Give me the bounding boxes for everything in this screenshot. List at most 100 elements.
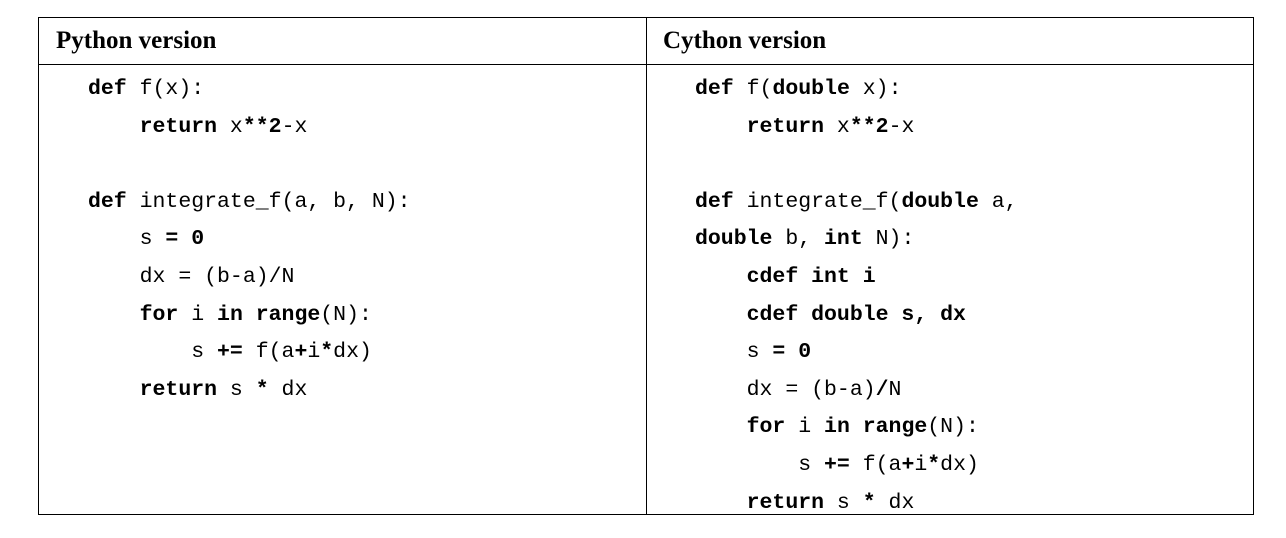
code-text: integrate_f( <box>733 189 902 214</box>
code-keyword: in range <box>824 415 928 440</box>
code-keyword: double <box>901 189 979 214</box>
code-text: -x <box>281 114 308 139</box>
code-keyword: * <box>862 490 876 515</box>
code-keyword: for <box>139 302 179 327</box>
code-line: s += f(a+i*dx) <box>88 334 411 372</box>
code-line: cdef int i <box>695 259 1018 297</box>
code-text: s <box>88 227 166 252</box>
code-text: f( <box>733 77 773 101</box>
code-line: return x**2-x <box>88 109 411 147</box>
code-text: f(x): <box>126 77 205 101</box>
code-text: (N): <box>320 302 372 327</box>
code-text: dx) <box>940 452 979 477</box>
code-text: N): <box>862 227 915 252</box>
python-code-block: def f(x): return x**2-x def integrate_f(… <box>88 71 411 409</box>
code-keyword: cdef int i <box>746 264 876 289</box>
cython-version-header: Cython version <box>663 27 827 54</box>
code-keyword: return <box>139 114 218 139</box>
code-keyword: += <box>217 340 243 365</box>
code-text: a, <box>978 189 1018 214</box>
code-keyword: + <box>901 452 915 477</box>
code-keyword: * <box>320 340 334 365</box>
code-text: dx <box>875 490 915 515</box>
code-keyword: for <box>746 415 786 440</box>
code-line: def f(double x): <box>695 71 1018 109</box>
code-keyword: def <box>695 77 734 101</box>
code-text: dx = (b-a)/N <box>88 264 295 289</box>
column-divider <box>646 18 647 514</box>
code-line: dx = (b-a)/N <box>695 372 1018 410</box>
code-keyword: return <box>746 114 825 139</box>
code-keyword: double <box>695 227 773 252</box>
code-text: dx) <box>333 340 372 365</box>
code-keyword: += <box>824 452 850 477</box>
code-text: s <box>88 340 218 365</box>
code-keyword: **2 <box>242 114 282 139</box>
code-keyword: double <box>772 77 850 101</box>
code-text: -x <box>888 114 915 139</box>
code-keyword: int <box>824 227 863 252</box>
code-line: s = 0 <box>695 334 1018 372</box>
code-text: s <box>695 340 773 365</box>
code-keyword: **2 <box>849 114 889 139</box>
comparison-table: Python version Cython version def f(x): … <box>38 17 1254 515</box>
cython-code-block: def f(double x): return x**2-x def integ… <box>695 71 1018 522</box>
code-text: i <box>178 302 218 327</box>
code-keyword: = 0 <box>165 227 205 252</box>
code-keyword: def <box>695 189 734 214</box>
code-line: return s * dx <box>695 485 1018 523</box>
code-line: double b, int N): <box>695 221 1018 259</box>
code-text: s <box>824 490 863 515</box>
code-line: def integrate_f(a, b, N): <box>88 184 411 222</box>
code-line: cdef double s, dx <box>695 297 1018 335</box>
code-line: s = 0 <box>88 221 411 259</box>
code-text: x): <box>849 77 902 101</box>
code-text: integrate_f(a, b, N): <box>126 189 411 214</box>
code-text: s <box>217 377 256 402</box>
code-line: dx = (b-a)/N <box>88 259 411 297</box>
code-text: dx = (b-a) <box>695 377 876 402</box>
code-line: def f(x): <box>88 71 411 109</box>
code-line: return x**2-x <box>695 109 1018 147</box>
code-line: def integrate_f(double a, <box>695 184 1018 222</box>
code-text: i <box>307 340 321 365</box>
code-text: N <box>888 377 902 402</box>
code-keyword: = 0 <box>772 340 812 365</box>
code-line: s += f(a+i*dx) <box>695 447 1018 485</box>
code-text: x <box>824 114 850 139</box>
python-version-header: Python version <box>56 27 217 54</box>
code-keyword: cdef double s, dx <box>746 302 966 327</box>
code-text: i <box>785 415 825 440</box>
code-keyword: * <box>927 452 941 477</box>
code-keyword: in range <box>217 302 321 327</box>
code-text: b, <box>772 227 825 252</box>
code-text: f(a <box>849 452 902 477</box>
code-line: return s * dx <box>88 372 411 410</box>
code-text: f(a <box>242 340 295 365</box>
code-keyword: def <box>88 77 127 101</box>
code-text: s <box>695 452 825 477</box>
code-line: for i in range(N): <box>88 297 411 335</box>
code-keyword: * <box>255 377 269 402</box>
code-keyword: return <box>139 377 218 402</box>
code-keyword: def <box>88 189 127 214</box>
code-text: dx <box>268 377 308 402</box>
code-keyword: / <box>875 377 889 402</box>
header-divider <box>39 64 1253 65</box>
code-keyword: return <box>746 490 825 515</box>
code-text: i <box>914 452 928 477</box>
code-keyword: + <box>294 340 308 365</box>
code-text: (N): <box>927 415 979 440</box>
code-line: for i in range(N): <box>695 409 1018 447</box>
code-text: x <box>217 114 243 139</box>
